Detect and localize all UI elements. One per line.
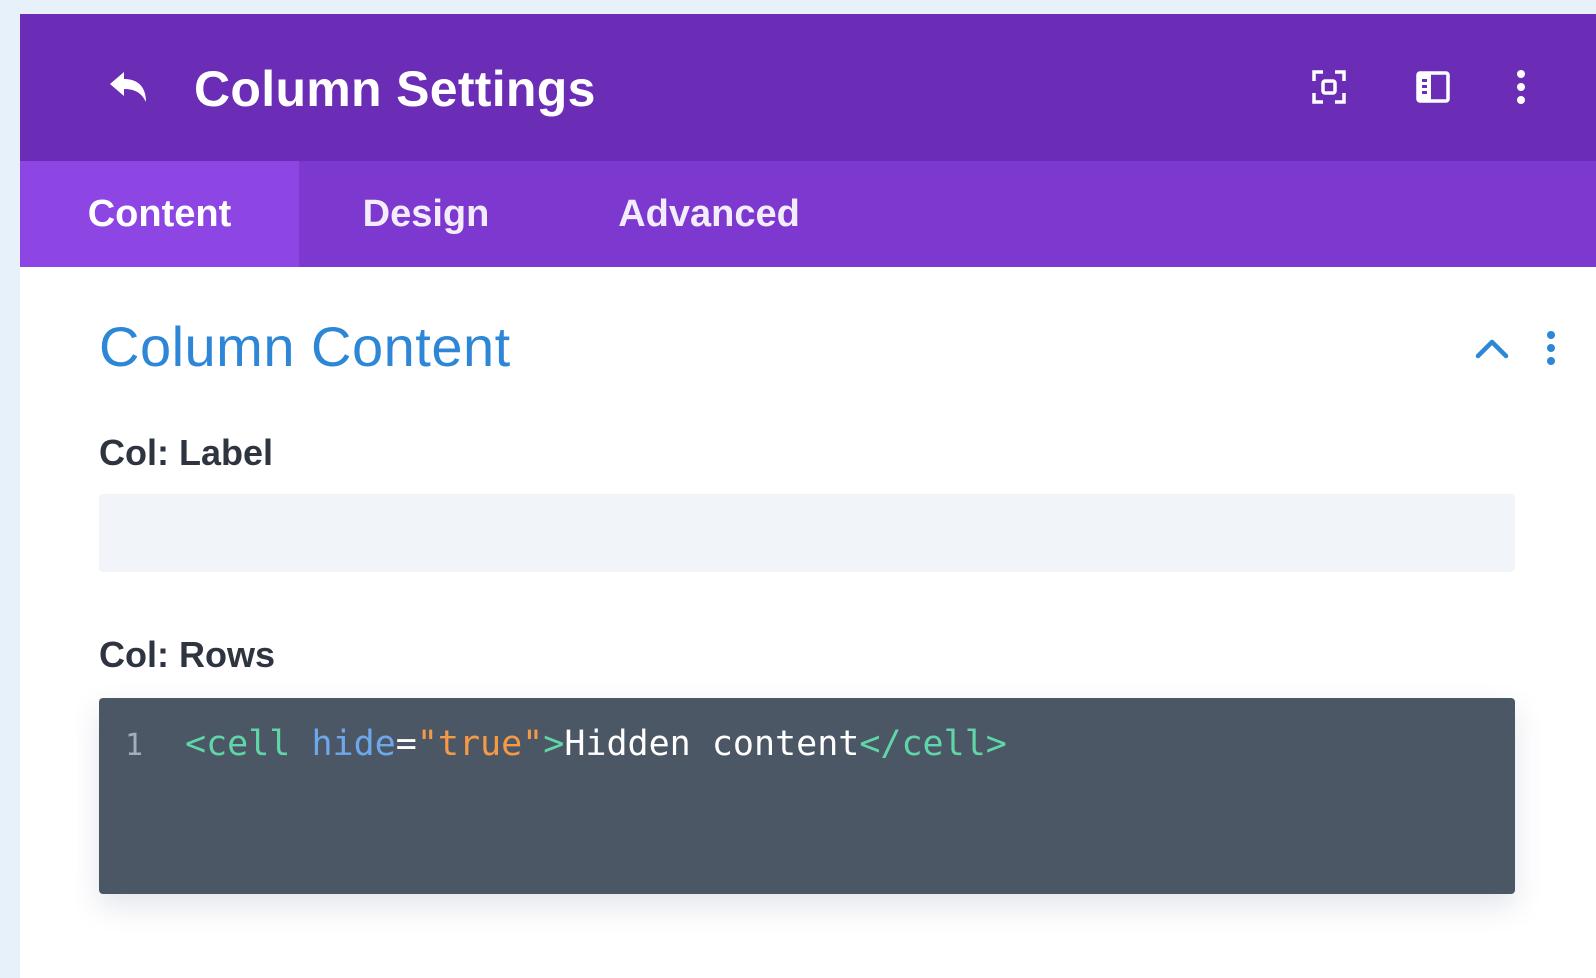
col-rows-field-label: Col: Rows: [99, 634, 275, 675]
code-text-content: Hidden content: [564, 724, 860, 764]
code-close-bracket: >: [543, 724, 565, 764]
focus-expand-button[interactable]: [1306, 66, 1352, 112]
col-rows-code-editor[interactable]: 1 <cell hide="true">Hidden content</cell…: [99, 698, 1515, 894]
panel-title: Column Settings: [194, 61, 596, 117]
code-open-tag: <cell: [185, 724, 291, 764]
collapse-section-button[interactable]: [1470, 330, 1514, 370]
tab-content[interactable]: Content: [20, 161, 299, 267]
code-attribute: hide: [311, 724, 396, 764]
col-label-input[interactable]: [99, 494, 1515, 572]
section-title[interactable]: Column Content: [99, 314, 511, 379]
tab-advanced[interactable]: Advanced: [600, 161, 818, 267]
sidebar-layout-icon: [1416, 70, 1450, 108]
settings-tabs: Content Design Advanced: [20, 161, 1596, 267]
more-options-button[interactable]: [1498, 66, 1544, 112]
chevron-up-icon: [1475, 337, 1509, 364]
code-equals: =: [395, 724, 417, 764]
code-end-tag: </cell>: [859, 724, 1007, 764]
focus-expand-icon: [1312, 69, 1346, 109]
back-arrow-icon: [106, 70, 150, 111]
more-vertical-icon: [1546, 330, 1556, 371]
section-more-button[interactable]: [1536, 328, 1566, 372]
col-label-field-label: Col: Label: [99, 432, 274, 473]
back-button[interactable]: [100, 62, 156, 118]
code-line: <cell hide="true">Hidden content</cell>: [185, 724, 1007, 764]
tab-design[interactable]: Design: [330, 161, 522, 267]
column-settings-panel: Column Settings Content Design Advanced …: [20, 14, 1596, 978]
sidebar-layout-button[interactable]: [1410, 66, 1456, 112]
line-number: 1: [125, 728, 144, 763]
panel-header: Column Settings: [20, 14, 1596, 161]
more-vertical-icon: [1516, 69, 1526, 110]
code-attribute-value: "true": [416, 724, 544, 764]
